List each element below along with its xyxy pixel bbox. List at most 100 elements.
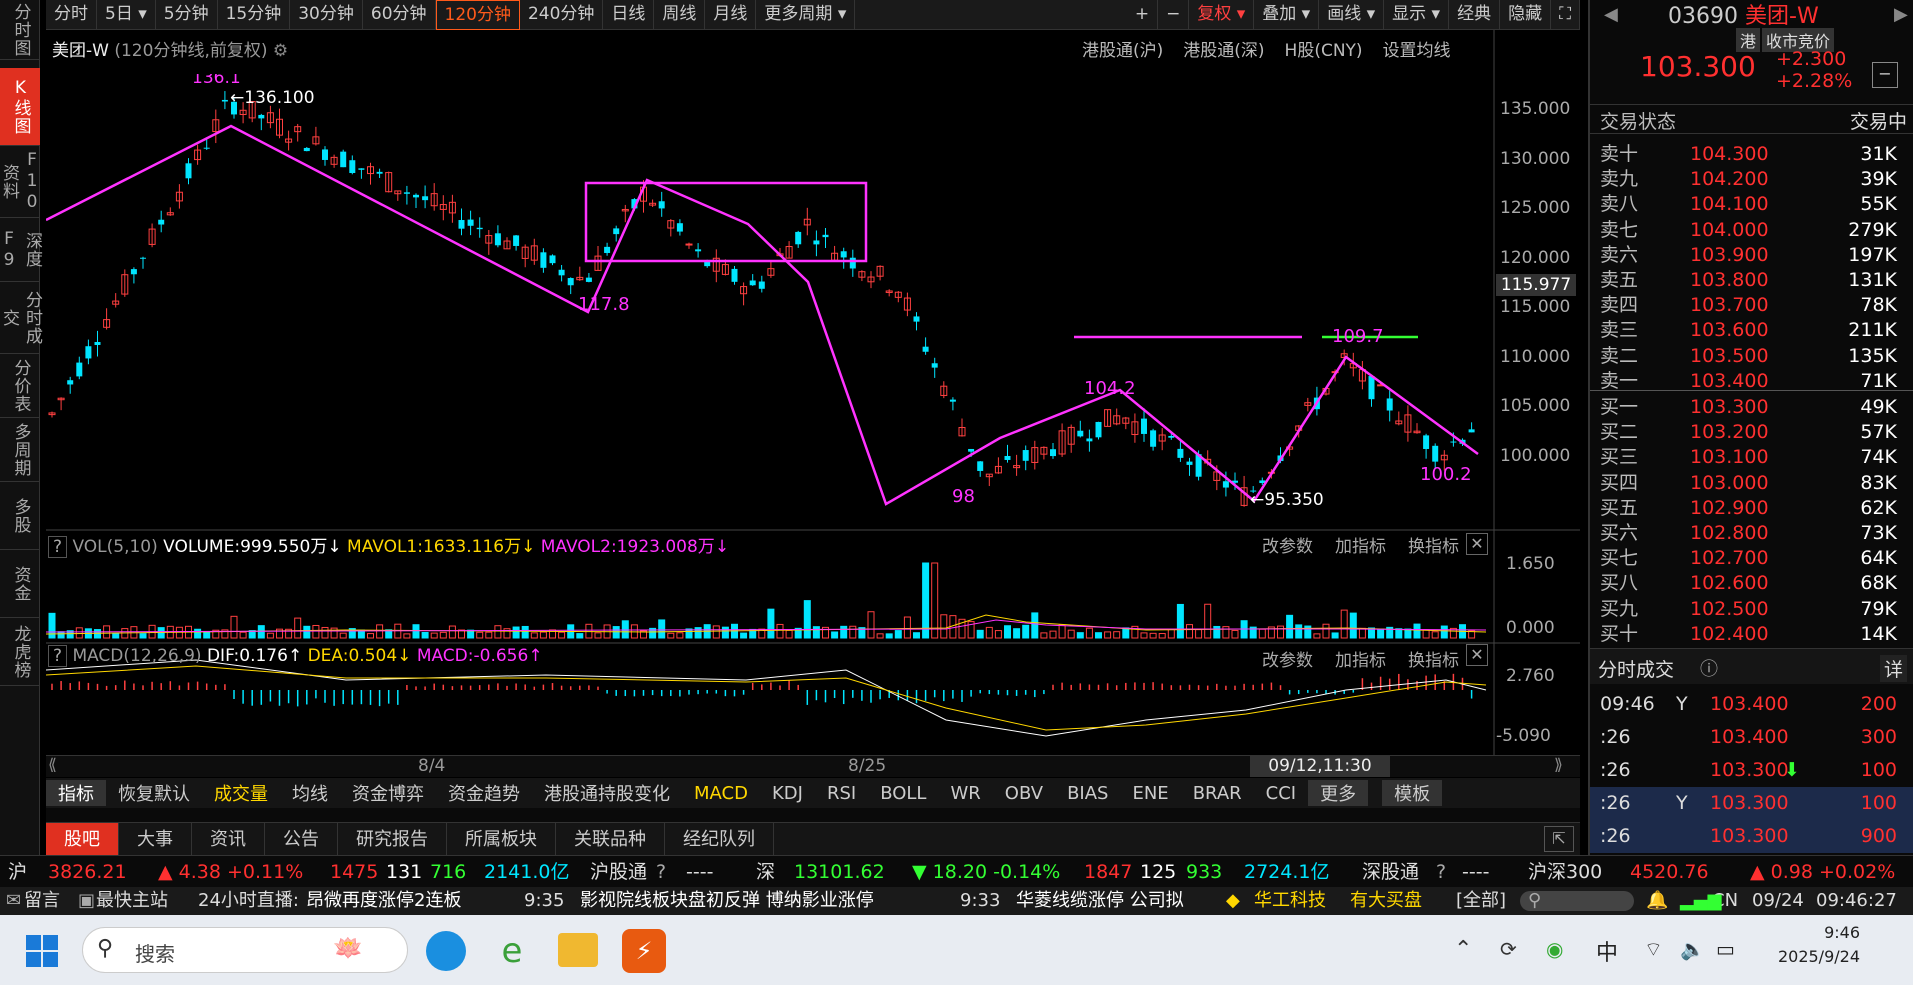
ticker-n1[interactable]: 昂微再度涨停2连板 — [306, 887, 461, 915]
taskbar-search[interactable]: ⚲ 搜索 🪷 — [82, 927, 408, 973]
pane-link-2[interactable]: 换指标 — [1408, 532, 1459, 557]
left-nav-7[interactable]: 多股 — [0, 482, 40, 550]
indicator-10[interactable]: BOLL — [868, 783, 938, 804]
indicator-5[interactable]: 资金趋势 — [436, 780, 532, 806]
stock-app-icon[interactable]: ⚡ — [622, 929, 666, 973]
help-icon[interactable]: ? — [656, 856, 666, 888]
order-row[interactable]: 卖七 104.000 279K — [1590, 218, 1913, 243]
order-row[interactable]: 买二 103.200 57K — [1590, 420, 1913, 445]
indicator-7[interactable]: MACD — [682, 783, 760, 804]
gear-icon[interactable]: ⚙ — [273, 41, 288, 61]
windows-start-icon[interactable] — [24, 933, 60, 969]
help-icon[interactable]: ? — [48, 645, 68, 667]
ticker-live[interactable]: 24小时直播: — [198, 887, 299, 915]
close-icon[interactable]: ✕ — [1466, 644, 1488, 666]
ticker-msg[interactable]: 留言 — [24, 887, 60, 915]
fullscreen-icon[interactable]: ⛶ — [1551, 0, 1580, 30]
indicator-12[interactable]: OBV — [993, 783, 1055, 804]
chevron-up-icon[interactable]: ⌃ — [1454, 937, 1472, 962]
ticker-time[interactable]: 09:46:27 — [1816, 887, 1897, 915]
indicator-13[interactable]: BIAS — [1055, 783, 1120, 804]
period-1[interactable]: 5日 ▾ — [97, 0, 156, 30]
ie-icon[interactable]: e — [492, 931, 532, 971]
order-row[interactable]: 卖十 104.300 31K — [1590, 142, 1913, 167]
pane-link-0[interactable]: 改参数 — [1262, 646, 1313, 671]
period-10[interactable]: 月线 — [705, 0, 757, 30]
ticker-all[interactable]: [全部] — [1456, 887, 1506, 915]
order-row[interactable]: 买一 103.300 49K — [1590, 395, 1913, 420]
toolbar-6[interactable]: 经典 — [1449, 0, 1501, 30]
ticker-t3[interactable]: 9:33 — [960, 887, 1000, 915]
left-nav-0[interactable]: 分时图 — [0, 0, 40, 60]
indicator-3[interactable]: 均线 — [280, 780, 340, 806]
toolbar-3[interactable]: 叠加 ▾ — [1254, 0, 1320, 30]
pane-link-1[interactable]: 加指标 — [1335, 646, 1386, 671]
order-row[interactable]: 买三 103.100 74K — [1590, 445, 1913, 470]
indicator-1[interactable]: 恢复默认 — [106, 780, 202, 806]
period-0[interactable]: 分时 — [46, 0, 97, 30]
indicator-9[interactable]: RSI — [815, 783, 868, 804]
tick-row[interactable]: :26 103.300 900 — [1590, 820, 1913, 853]
ticker-t2[interactable]: 9:35 — [524, 887, 564, 915]
expand-icon[interactable]: ⇱ — [1544, 826, 1574, 852]
monitor-icon[interactable]: ▣ — [78, 887, 95, 915]
search-icon[interactable]: ⚲ — [1528, 887, 1541, 915]
wifi-icon[interactable]: ⌔ — [1644, 937, 1663, 962]
toolbar-7[interactable]: 隐藏 — [1500, 0, 1552, 30]
period-4[interactable]: 30分钟 — [290, 0, 363, 30]
indicator-0[interactable]: 指标 — [46, 780, 106, 806]
order-row[interactable]: 卖五 103.800 131K — [1590, 268, 1913, 293]
header-link-1[interactable]: 港股通(深) — [1183, 36, 1264, 61]
help-icon[interactable]: ? — [48, 536, 68, 558]
indicator-2[interactable]: 成交量 — [202, 780, 280, 806]
indicator-6[interactable]: 港股通持股变化 — [532, 780, 682, 806]
period-3[interactable]: 15分钟 — [218, 0, 291, 30]
news-tab-7[interactable]: 经纪队列 — [665, 822, 774, 857]
left-nav-8[interactable]: 资金 — [0, 550, 40, 618]
order-row[interactable]: 买六 102.800 73K — [1590, 521, 1913, 546]
order-row[interactable]: 买十 102.400 14K — [1590, 622, 1913, 647]
left-nav-1[interactable]: K线图 — [0, 68, 40, 146]
ticker-n2[interactable]: 影视院线板块盘初反弹 博纳影业涨停 — [580, 887, 874, 915]
edge-icon[interactable] — [426, 931, 466, 971]
news-tab-0[interactable]: 股吧 — [46, 822, 119, 857]
period-8[interactable]: 日线 — [603, 0, 655, 30]
order-row[interactable]: 卖四 103.700 78K — [1590, 293, 1913, 318]
left-nav-4[interactable]: 分时成交 — [0, 282, 42, 354]
news-tab-6[interactable]: 关联品种 — [556, 822, 665, 857]
close-icon[interactable]: ✕ — [1466, 533, 1488, 555]
ticker-date[interactable]: 09/24 — [1752, 887, 1804, 915]
tick-row[interactable]: :26 103.300 ⬇ 100 — [1590, 754, 1913, 787]
news-tab-1[interactable]: 大事 — [119, 822, 192, 857]
ticker-n3[interactable]: 华菱线缆涨停 公司拟 — [1016, 887, 1184, 915]
next-stock-icon[interactable]: ▶ — [1894, 4, 1908, 25]
order-row[interactable]: 卖六 103.900 197K — [1590, 243, 1913, 268]
left-nav-6[interactable]: 多周期 — [0, 418, 40, 482]
tick-row[interactable]: :26 Y 103.300 100 — [1590, 787, 1913, 820]
period-5[interactable]: 60分钟 — [363, 0, 436, 30]
battery-icon[interactable]: ▭ — [1716, 937, 1735, 961]
order-row[interactable]: 买九 102.500 79K — [1590, 597, 1913, 622]
tick-row[interactable]: :26 103.400 300 — [1590, 721, 1913, 754]
folder-icon[interactable] — [558, 933, 598, 967]
order-row[interactable]: 买四 103.000 83K — [1590, 471, 1913, 496]
left-nav-2[interactable]: F10资料 — [0, 146, 42, 218]
pane-link-2[interactable]: 换指标 — [1408, 646, 1459, 671]
detail-button[interactable]: 详 — [1879, 655, 1907, 682]
period-11[interactable]: 更多周期 ▾ — [756, 0, 856, 30]
prev-stock-icon[interactable]: ◀ — [1604, 4, 1618, 25]
order-row[interactable]: 卖二 103.500 135K — [1590, 344, 1913, 369]
pane-link-1[interactable]: 加指标 — [1335, 532, 1386, 557]
order-row[interactable]: 卖八 104.100 55K — [1590, 192, 1913, 217]
news-tab-3[interactable]: 公告 — [265, 822, 338, 857]
header-link-0[interactable]: 港股通(沪) — [1082, 36, 1163, 61]
header-link-2[interactable]: H股(CNY) — [1285, 36, 1363, 61]
ticker-n4[interactable]: 华工科技 — [1254, 887, 1326, 915]
indicator-14[interactable]: ENE — [1120, 783, 1180, 804]
indicator-15[interactable]: BRAR — [1181, 783, 1254, 804]
clock-date[interactable]: 2025/9/24 — [1760, 947, 1860, 966]
speaker-icon[interactable]: 🔈 — [1680, 937, 1705, 961]
period-6[interactable]: 120分钟 — [435, 0, 520, 30]
news-tab-2[interactable]: 资讯 — [192, 822, 265, 857]
order-row[interactable]: 买五 102.900 62K — [1590, 496, 1913, 521]
